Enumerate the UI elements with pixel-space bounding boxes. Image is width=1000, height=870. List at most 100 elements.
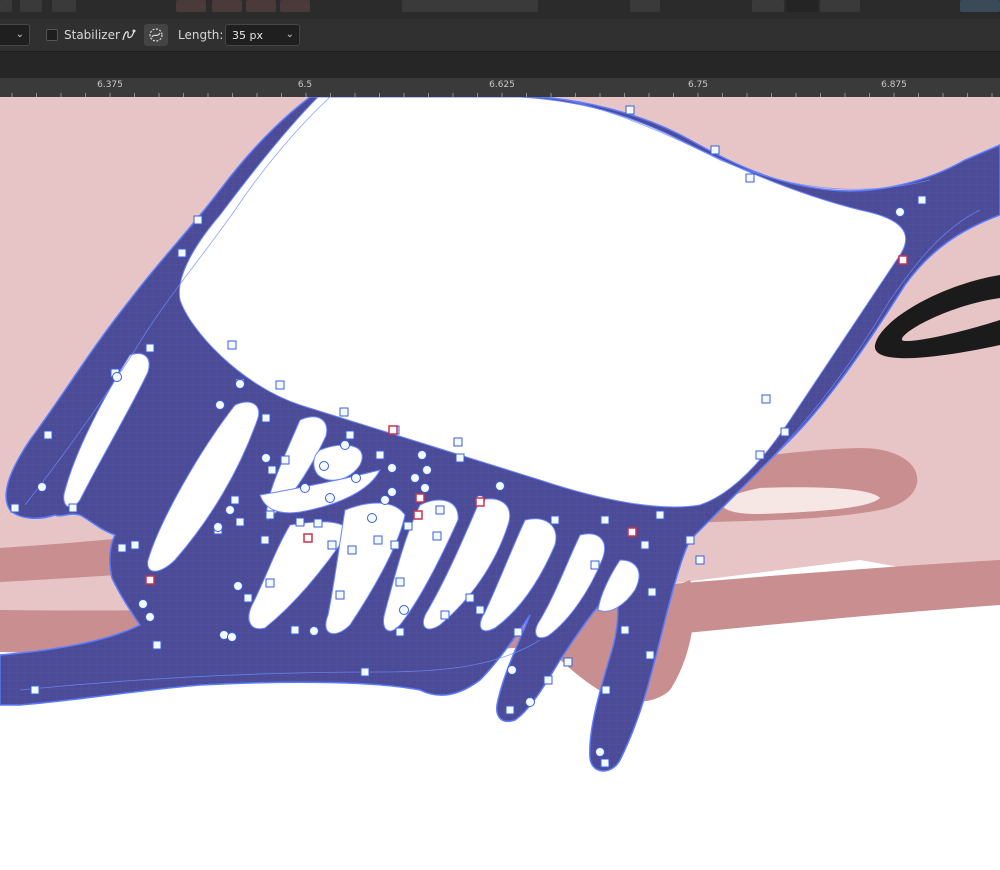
node-handle[interactable] [373,535,383,545]
selected-node-handle[interactable] [145,575,155,585]
node-handle[interactable] [313,518,323,528]
toolbar-button[interactable] [0,0,12,12]
smooth-node-handle[interactable] [387,487,397,497]
node-handle[interactable] [550,515,560,525]
node-handle[interactable] [601,685,611,695]
operation-button[interactable] [280,0,310,12]
node-handle[interactable] [243,593,253,603]
node-handle[interactable] [68,503,78,513]
node-handle[interactable] [261,413,271,423]
node-handle[interactable] [280,455,290,465]
smooth-node-handle[interactable] [138,599,148,609]
node-handle[interactable] [685,535,695,545]
arrange-button[interactable] [630,0,660,12]
node-handle[interactable] [780,427,790,437]
smooth-node-handle[interactable] [351,473,361,483]
smooth-node-handle[interactable] [227,632,237,642]
operation-button[interactable] [176,0,206,12]
node-handle[interactable] [395,627,405,637]
node-handle[interactable] [453,437,463,447]
smooth-node-handle[interactable] [225,505,235,515]
smooth-node-handle[interactable] [380,495,390,505]
window-mode-button[interactable] [144,24,168,46]
selected-node-handle[interactable] [388,425,398,435]
smooth-node-handle[interactable] [300,483,310,493]
node-handle[interactable] [563,657,573,667]
node-handle[interactable] [710,145,720,155]
node-handle[interactable] [327,540,337,550]
node-handle[interactable] [745,173,755,183]
toolbar-button[interactable] [20,0,42,12]
node-handle[interactable] [513,627,523,637]
node-handle[interactable] [917,195,927,205]
node-handle[interactable] [295,517,305,527]
node-handle[interactable] [339,407,349,417]
operation-button[interactable] [246,0,276,12]
node-handle[interactable] [43,430,53,440]
smooth-node-handle[interactable] [145,612,155,622]
smooth-node-handle[interactable] [213,522,223,532]
node-handle[interactable] [620,625,630,635]
node-handle[interactable] [455,453,465,463]
node-handle[interactable] [10,503,20,513]
node-handle[interactable] [647,587,657,597]
assistant-button[interactable] [960,0,1000,12]
node-handle[interactable] [260,535,270,545]
selected-node-handle[interactable] [898,255,908,265]
smooth-node-handle[interactable] [215,400,225,410]
node-handle[interactable] [695,555,705,565]
smooth-node-handle[interactable] [261,453,271,463]
smooth-node-handle[interactable] [112,372,122,382]
node-handle[interactable] [435,505,445,515]
stabilizer-toggle[interactable]: Stabilizer [46,19,120,51]
node-handle[interactable] [265,578,275,588]
node-handle[interactable] [345,430,355,440]
selected-node-handle[interactable] [303,533,313,543]
selected-node-handle[interactable] [627,527,637,537]
smooth-node-handle[interactable] [367,513,377,523]
node-handle[interactable] [755,450,765,460]
node-handle[interactable] [625,105,635,115]
node-handle[interactable] [395,577,405,587]
node-handle[interactable] [227,340,237,350]
stabilizer-checkbox[interactable] [46,29,58,41]
smooth-node-handle[interactable] [340,440,350,450]
smooth-node-handle[interactable] [319,461,329,471]
node-handle[interactable] [590,560,600,570]
smooth-node-handle[interactable] [417,450,427,460]
toolbar-button[interactable] [52,0,76,12]
mode-dropdown[interactable]: ⌄ [0,24,30,46]
node-handle[interactable] [193,215,203,225]
node-handle[interactable] [290,625,300,635]
document-canvas[interactable] [0,96,1000,866]
smooth-node-handle[interactable] [399,605,409,615]
smooth-node-handle[interactable] [387,463,397,473]
node-handle[interactable] [177,248,187,258]
smooth-node-handle[interactable] [37,482,47,492]
smooth-node-handle[interactable] [495,481,505,491]
node-handle[interactable] [30,685,40,695]
node-handle[interactable] [645,650,655,660]
smooth-node-handle[interactable] [420,483,430,493]
node-handle[interactable] [640,540,650,550]
node-handle[interactable] [600,758,610,768]
smooth-node-handle[interactable] [507,665,517,675]
node-handle[interactable] [475,605,485,615]
smooth-node-handle[interactable] [233,581,243,591]
node-handle[interactable] [265,510,275,520]
node-handle[interactable] [347,545,357,555]
node-handle[interactable] [267,465,277,475]
node-handle[interactable] [375,450,385,460]
node-handle[interactable] [117,543,127,553]
operation-button[interactable] [212,0,242,12]
rope-mode-button[interactable] [117,19,141,51]
node-handle[interactable] [360,667,370,677]
smooth-node-handle[interactable] [309,626,319,636]
node-handle[interactable] [403,521,413,531]
horizontal-ruler[interactable]: 6.375 6.5 6.625 6.75 6.875 [0,78,1000,98]
smooth-node-handle[interactable] [525,697,535,707]
node-handle[interactable] [761,394,771,404]
selected-node-handle[interactable] [475,497,485,507]
node-handle[interactable] [432,531,442,541]
smooth-node-handle[interactable] [410,473,420,483]
